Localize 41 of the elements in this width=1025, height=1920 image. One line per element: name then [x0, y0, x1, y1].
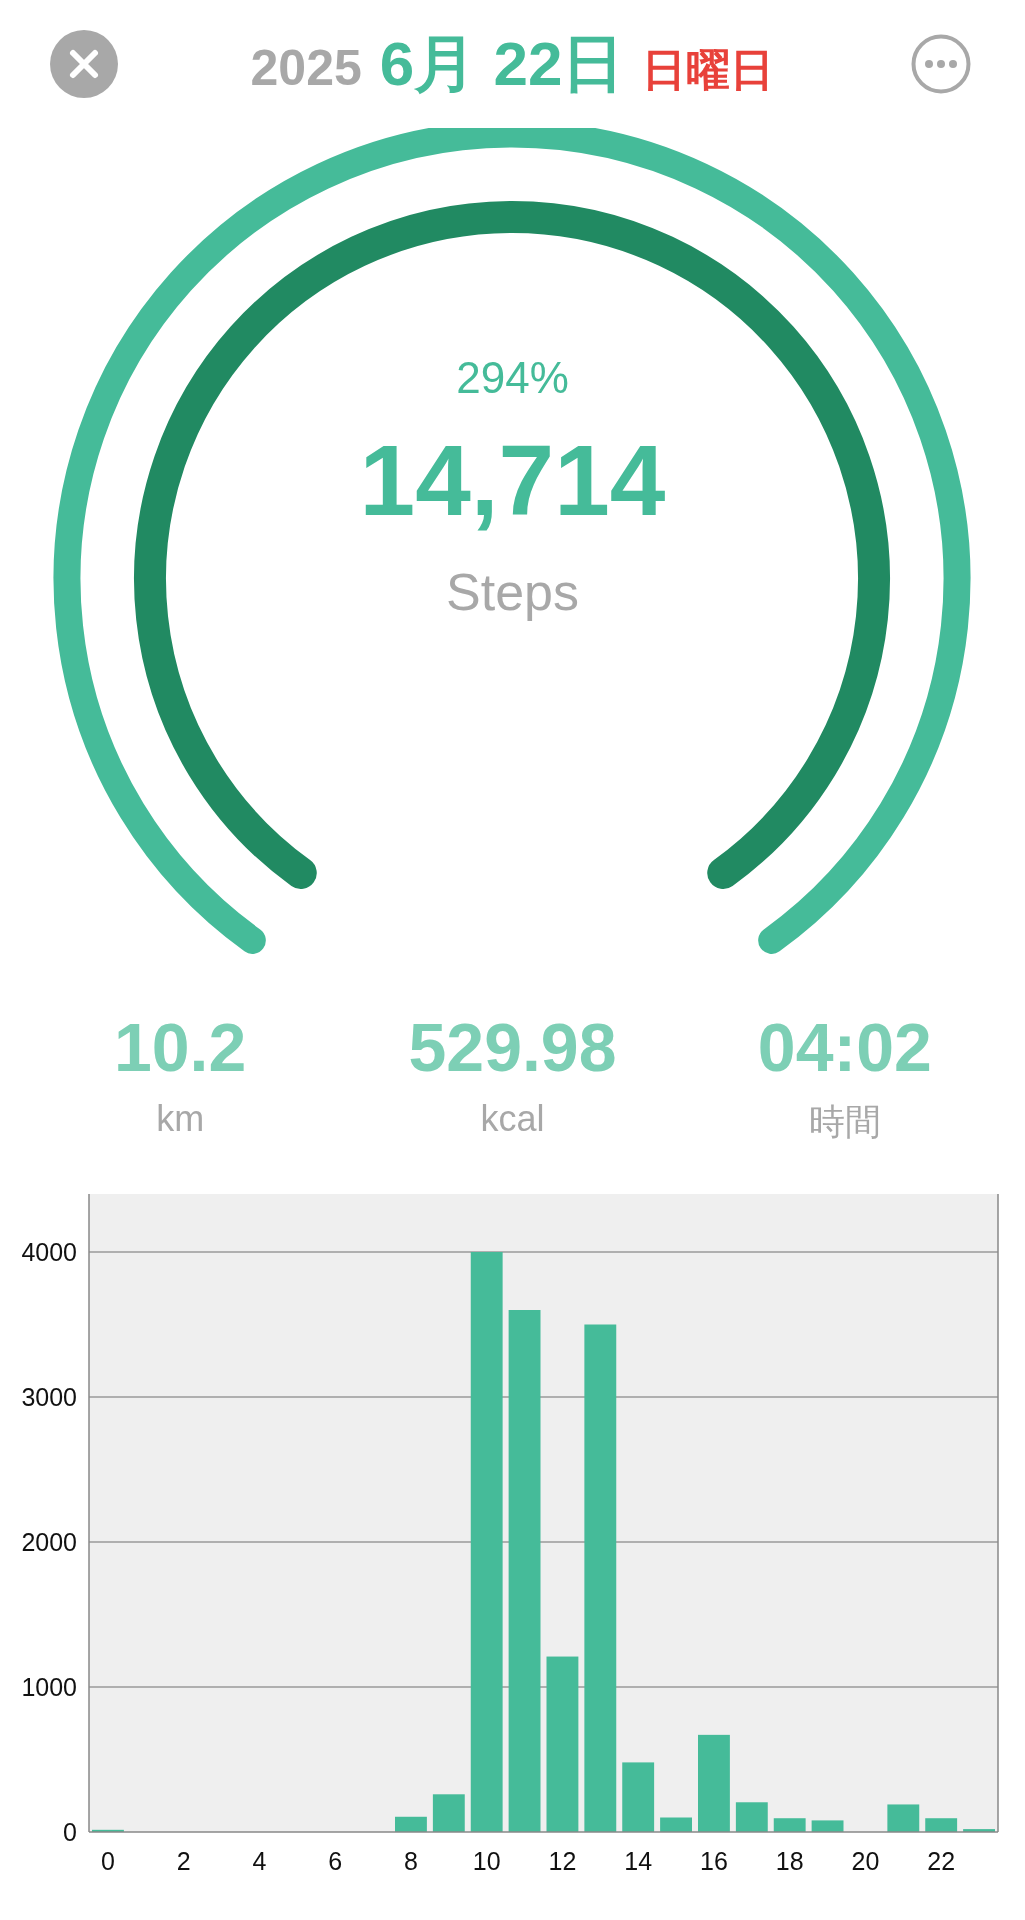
bar	[925, 1818, 958, 1832]
steps-label: Steps	[446, 562, 579, 622]
x-tick-label: 18	[775, 1847, 804, 1875]
weekday-text: 日曜日	[642, 44, 775, 96]
bar	[432, 1794, 465, 1832]
bar	[622, 1762, 655, 1832]
close-icon	[50, 30, 118, 98]
bar	[963, 1829, 995, 1832]
goal-percent: 294%	[456, 353, 569, 403]
x-tick-label: 6	[328, 1847, 343, 1875]
x-tick-label: 4	[252, 1847, 267, 1875]
y-tick-label: 1000	[21, 1673, 77, 1701]
bar	[735, 1802, 768, 1832]
x-tick-label: 8	[404, 1847, 418, 1875]
close-button[interactable]	[50, 30, 118, 98]
y-tick-label: 4000	[21, 1238, 77, 1266]
x-tick-label: 14	[624, 1847, 653, 1875]
stat-label: 時間	[808, 1100, 881, 1144]
bar	[811, 1820, 844, 1832]
stat-value: 04:02	[757, 1008, 932, 1086]
more-icon	[911, 34, 971, 94]
year-text: 2025	[250, 39, 362, 97]
step-count: 14,714	[359, 423, 666, 538]
bar	[887, 1804, 920, 1832]
x-tick-label: 12	[548, 1847, 577, 1875]
y-tick-label: 2000	[21, 1528, 77, 1556]
y-tick-label: 0	[63, 1818, 77, 1846]
stat-value: 10.2	[114, 1008, 247, 1086]
bar	[773, 1818, 806, 1832]
x-tick-label: 20	[851, 1847, 880, 1875]
date-text: 6月 22日	[379, 28, 625, 100]
x-tick-label: 10	[472, 1847, 501, 1875]
stat-label: km	[156, 1098, 205, 1140]
x-tick-label: 0	[101, 1847, 115, 1875]
x-tick-label: 2	[176, 1847, 191, 1875]
bar	[92, 1829, 124, 1832]
x-tick-label: 16	[700, 1847, 728, 1875]
stat-label: kcal	[480, 1098, 545, 1140]
stat-value: 529.98	[408, 1008, 617, 1086]
y-tick-label: 3000	[21, 1383, 77, 1411]
x-tick-label: 22	[927, 1847, 956, 1875]
